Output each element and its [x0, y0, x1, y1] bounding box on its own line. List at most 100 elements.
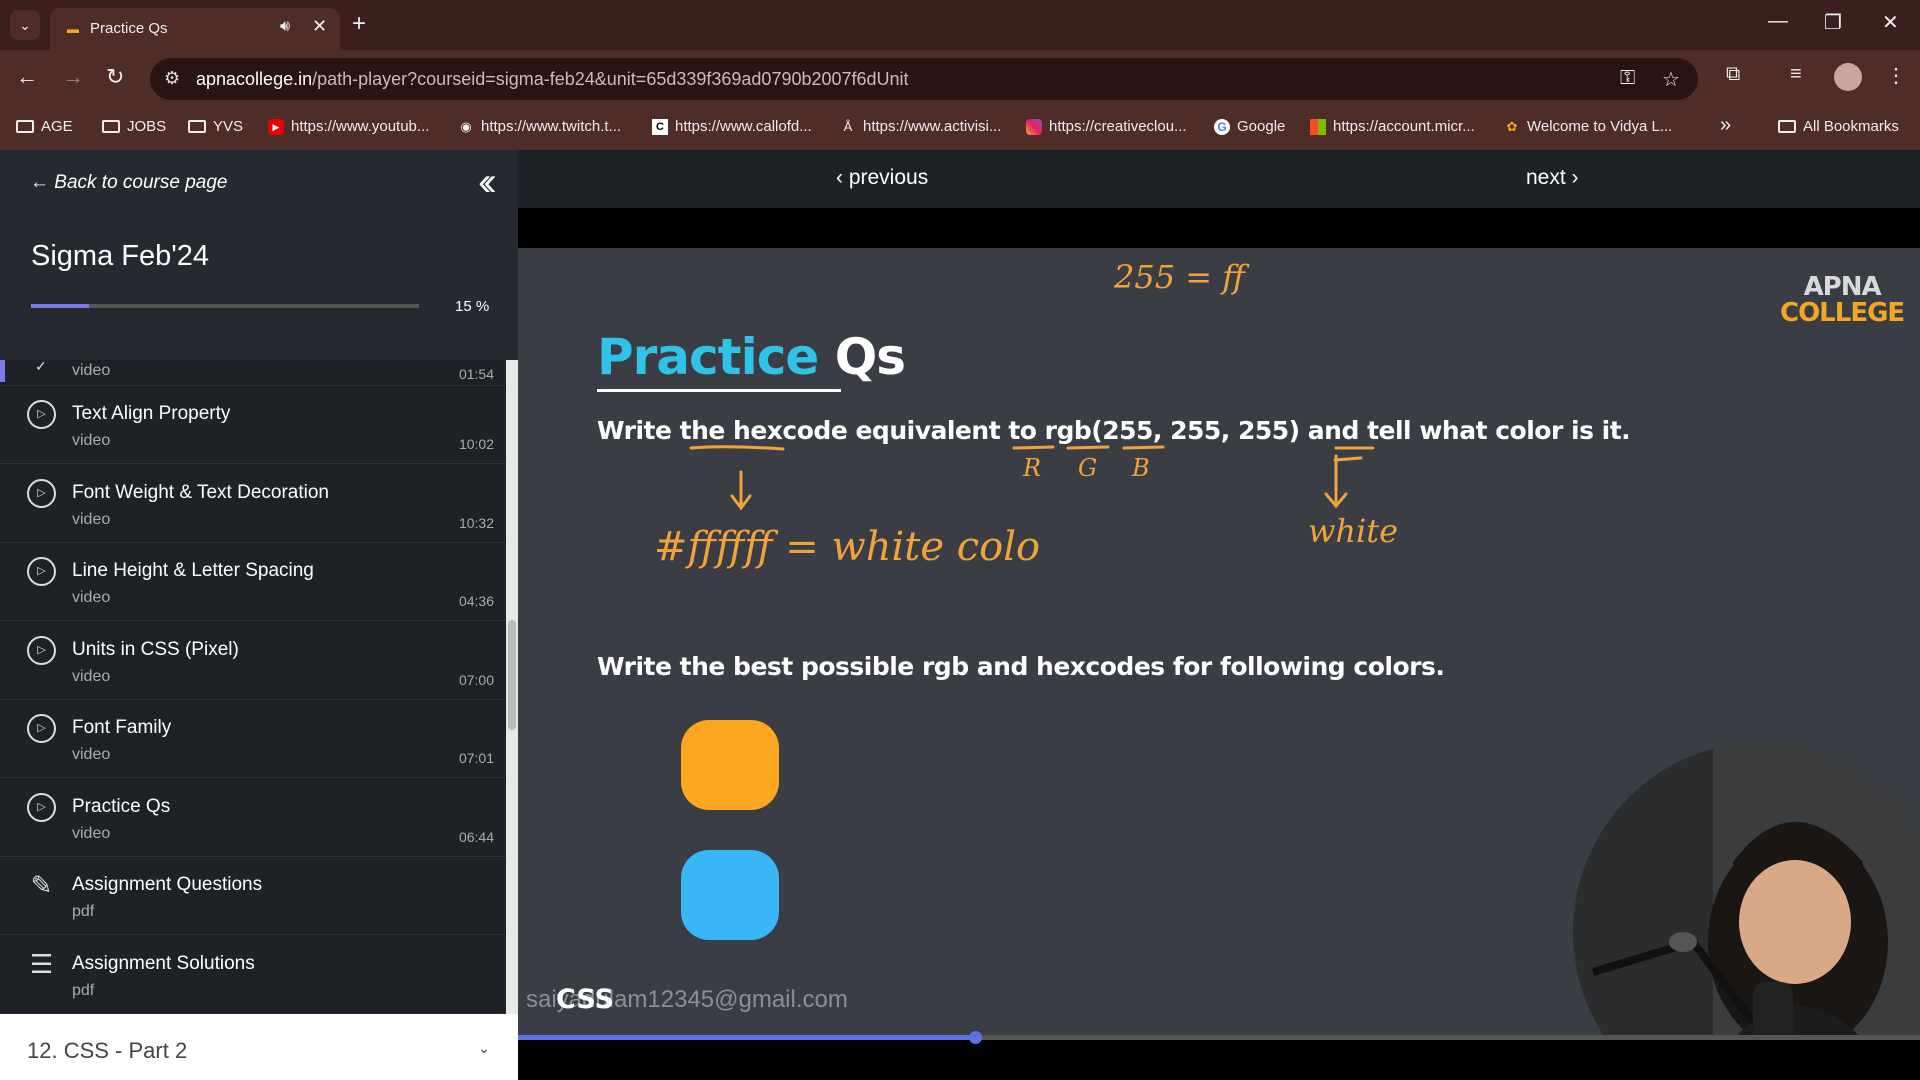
bookmark-star-icon[interactable]: ☆ — [1662, 67, 1680, 92]
scrollbar-thumb[interactable] — [508, 620, 516, 730]
section-header[interactable]: 12. CSS - Part 2 ⌄ — [0, 1014, 518, 1080]
lesson-item[interactable]: ▷ Font Weight & Text Decoration video 10… — [0, 465, 506, 543]
chevron-down-icon: ⌄ — [478, 1040, 490, 1056]
next-button[interactable]: next › — [1526, 166, 1579, 190]
vidya-icon: ✿ — [1506, 118, 1518, 134]
bookmarks-bar: AGE JOBS YVS ▶ https://www.youtub... ◉ htt… — [0, 108, 1920, 150]
bookmark-twitch[interactable]: ◉ https://www.twitch.t... — [458, 118, 621, 135]
previous-button[interactable]: ‹ previous — [836, 166, 928, 190]
lesson-item[interactable]: ✓ video 01:54 — [0, 360, 506, 386]
bookmark-google[interactable]: G Google — [1214, 118, 1285, 135]
extensions-icon[interactable]: ⧉ — [1726, 63, 1740, 86]
bookmark-yvs[interactable]: YVS — [188, 118, 243, 135]
lesson-type: video — [72, 432, 111, 449]
player-area: ‹ previous next › 255 = ff APNA COLLEGE P… — [518, 150, 1920, 1080]
new-tab-icon[interactable]: + — [352, 10, 366, 38]
active-indicator — [0, 360, 5, 382]
play-circle-icon: ▷ — [27, 636, 56, 665]
lesson-list-scrollbar[interactable] — [506, 360, 518, 1014]
more-bookmarks-icon[interactable]: » — [1720, 114, 1731, 137]
site-info-icon[interactable]: ⚙ — [164, 68, 180, 89]
close-tab-icon[interactable]: ✕ — [312, 16, 327, 37]
all-bookmarks[interactable]: All Bookmarks — [1778, 118, 1899, 135]
lesson-title: Practice Qs — [72, 796, 171, 817]
lesson-type: pdf — [72, 903, 95, 920]
lesson-type: video — [72, 589, 111, 606]
lesson-item[interactable]: ▷ Font Family video 07:01 — [0, 700, 506, 778]
check-icon: ✓ — [35, 360, 47, 374]
lesson-type: pdf — [72, 982, 95, 999]
globe-icon: ◉ — [460, 118, 472, 134]
lesson-type: video — [72, 362, 111, 379]
video-seek-bar[interactable] — [518, 1031, 1920, 1044]
course-progress-fill — [31, 304, 90, 308]
lesson-type: video — [72, 746, 111, 763]
play-circle-icon: ▷ — [27, 714, 56, 743]
lesson-title: Text Align Property — [72, 403, 231, 424]
folder-icon — [102, 120, 120, 133]
video-player[interactable]: 255 = ff APNA COLLEGE Practice Qs Write t… — [518, 248, 1920, 1038]
back-arrow-icon[interactable]: ← — [16, 64, 38, 90]
lesson-item[interactable]: ▷ Units in CSS (Pixel) video 07:00 — [0, 622, 506, 700]
annotation-r: R — [1023, 454, 1042, 482]
browser-tab[interactable]: ▬ Practice Qs 🔊︎ ✕ — [50, 8, 340, 50]
google-icon: G — [1214, 118, 1230, 135]
lesson-duration: 06:44 — [458, 829, 494, 845]
play-circle-icon: ▷ — [27, 557, 56, 586]
speaker-icon[interactable]: 🔊︎ — [280, 18, 290, 36]
browser-toolbar: ← → ↻ ⚙ apnacollege.in/path-player?cours… — [0, 50, 1920, 108]
bookmark-activision[interactable]: Åhttps://www.activisi... — [840, 118, 1002, 135]
seek-progress — [518, 1035, 976, 1040]
back-to-course-link[interactable]: ← Back to course page — [30, 172, 228, 194]
lesson-duration: 10:32 — [458, 515, 494, 531]
bookmark-callofduty[interactable]: Chttps://www.callofd... — [652, 118, 812, 135]
annotation-white: white — [1308, 512, 1399, 550]
bookmark-vidya[interactable]: ✿ Welcome to Vidya L... — [1504, 118, 1673, 135]
youtube-icon: ▶ — [268, 118, 284, 135]
section-title: 12. CSS - Part 2 — [27, 1038, 188, 1063]
tab-search-dropdown[interactable]: ⌄ — [10, 10, 40, 40]
url-text[interactable]: apnacollege.in/path-player?courseid=sigm… — [196, 69, 909, 90]
activision-icon: Å — [843, 118, 853, 134]
play-circle-icon: ▷ — [27, 400, 56, 429]
course-progress-bar — [31, 304, 419, 308]
minimize-icon[interactable]: — — [1768, 10, 1788, 33]
course-sidebar: ← Back to course page ‹‹ Sigma Feb'24 15… — [0, 150, 518, 1080]
tab-strip: ⌄ ▬ Practice Qs 🔊︎ ✕ + — ❐ ✕ — [0, 0, 1920, 50]
lesson-navigation: ‹ previous next › — [518, 150, 1920, 208]
seek-handle[interactable] — [969, 1031, 983, 1044]
forward-arrow-icon[interactable]: → — [62, 64, 84, 90]
password-key-icon[interactable]: ⚿ — [1620, 67, 1635, 90]
bookmark-jobs[interactable]: JOBS — [102, 118, 166, 135]
media-control-icon[interactable]: ≡ — [1790, 63, 1802, 86]
lesson-list: ✓ video 01:54 ▷ Text Align Property vide… — [0, 360, 506, 1014]
bookmark-creativecloud[interactable]: https://creativeclou... — [1026, 118, 1187, 135]
bookmark-youtube[interactable]: ▶ https://www.youtub... — [268, 118, 429, 135]
reload-icon[interactable]: ↻ — [106, 64, 124, 90]
bookmark-age[interactable]: AGE — [16, 118, 73, 135]
lesson-item[interactable]: ☰ Assignment Solutions pdf — [0, 936, 506, 1014]
course-progress-label: 15 % — [455, 298, 490, 315]
folder-icon — [188, 120, 206, 133]
menu-kebab-icon[interactable]: ⋮ — [1886, 63, 1906, 88]
lesson-item[interactable]: ▷ Line Height & Letter Spacing video 04:… — [0, 543, 506, 621]
topic-label: CSS — [556, 984, 614, 1015]
lesson-item[interactable]: ▷ Text Align Property video 10:02 — [0, 386, 506, 464]
bookmark-microsoft[interactable]: https://account.micr... — [1310, 118, 1475, 135]
profile-avatar[interactable] — [1834, 63, 1862, 91]
folder-icon — [1778, 120, 1796, 133]
question-2: Write the best possible rgb and hexcodes… — [597, 652, 1445, 681]
lesson-item[interactable]: ✎ Assignment Questions pdf — [0, 857, 506, 935]
lesson-title: Line Height & Letter Spacing — [72, 560, 314, 581]
close-window-icon[interactable]: ✕ — [1882, 10, 1899, 35]
restore-icon[interactable]: ❐ — [1824, 10, 1842, 35]
course-title: Sigma Feb'24 — [31, 240, 210, 272]
lesson-item-current[interactable]: ▷ Practice Qs video 06:44 — [0, 779, 506, 857]
lesson-duration: 07:01 — [458, 750, 494, 766]
microsoft-icon — [1310, 118, 1326, 135]
checklist-icon: ☰ — [29, 949, 54, 979]
collapse-sidebar-icon[interactable]: ‹‹ — [478, 160, 496, 205]
lesson-type: video — [72, 511, 111, 528]
address-bar[interactable]: ⚙ apnacollege.in/path-player?courseid=si… — [150, 58, 1698, 100]
play-circle-icon: ▷ — [27, 793, 56, 822]
